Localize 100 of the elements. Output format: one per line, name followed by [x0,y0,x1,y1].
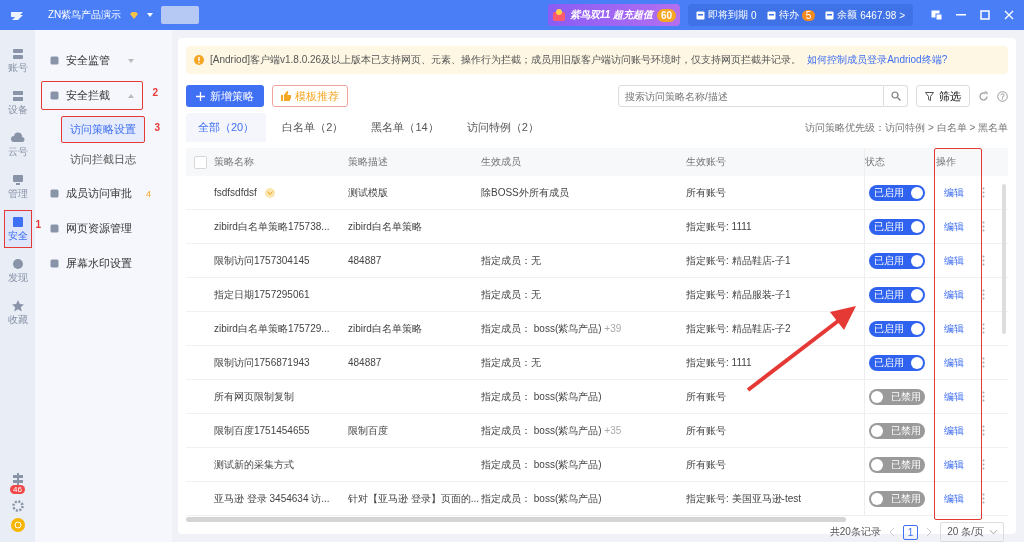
prev-page-icon[interactable] [888,528,895,536]
edit-link[interactable]: 编辑 [944,491,964,506]
refresh-icon[interactable] [978,90,989,102]
edit-link[interactable]: 编辑 [944,321,964,336]
rail-item[interactable]: 管理 [3,168,32,206]
table-cell-text: 指定成员： boss(紫鸟产品) [481,491,603,506]
avatar-icon[interactable] [10,518,25,532]
table-cell-text: 指定日期1757295061 [214,287,311,302]
edit-link[interactable]: 编辑 [944,253,964,268]
table-cell-text: 所有账号 [686,423,727,438]
table-cell-text: 指定成员： boss(紫鸟产品) [481,457,603,472]
edit-link[interactable]: 编辑 [944,185,964,200]
nav-icon [50,56,59,65]
status-toggle[interactable]: 已启用 [869,354,925,371]
edit-link[interactable]: 编辑 [944,287,964,302]
page-number[interactable]: 1 [902,524,919,540]
next-page-icon[interactable] [926,528,933,536]
nav-subitem[interactable]: 访问拦截日志 [61,146,145,173]
edit-link[interactable]: 编辑 [944,423,964,438]
more-icon[interactable] [982,323,985,334]
status-toggle[interactable]: 已禁用 [869,388,925,405]
table-cell-text: 指定账号: 精品鞋店-子2 [686,321,792,336]
caret-down-icon [128,58,134,63]
filter-tab[interactable]: 黑名单（14） [359,113,451,142]
calendar-icon [825,10,835,20]
more-icon[interactable] [982,425,985,436]
table-cell-text: zibird白名单策略 [348,321,423,336]
stat-label[interactable]: 待办 [778,8,799,22]
search-button[interactable] [884,85,908,107]
server-icon [10,89,25,103]
table-cell-text: 指定成员： boss(紫鸟产品) +35 [481,423,623,438]
filter-button[interactable]: 筛选 [916,85,970,107]
edit-link[interactable]: 编辑 [944,355,964,370]
add-policy-button[interactable]: 新增策略 [186,85,264,107]
user-card-icon[interactable] [931,10,942,20]
minimize-icon[interactable] [956,14,966,16]
status-toggle[interactable]: 已启用 [869,218,925,235]
table-cell-text: 测试模版 [348,185,389,200]
table-cell: 针对【亚马逊 登录】页面的... [348,491,481,506]
status-toggle[interactable]: 已启用 [869,286,925,303]
stat-label[interactable]: 余额 [837,8,858,22]
status-toggle[interactable]: 已禁用 [869,422,925,439]
more-icon[interactable] [982,221,985,232]
caret-icon[interactable] [147,13,154,17]
more-icon[interactable] [982,493,985,504]
table-cell-text: 指定成员：无 [481,287,542,302]
help-link[interactable]: 如何控制成员登录Andriod终端? [807,53,948,67]
maximize-icon[interactable] [980,10,990,20]
nav-item[interactable]: 网页资源管理 [41,214,143,243]
select-all-checkbox[interactable] [194,155,207,169]
rail-item[interactable]: 账号 [3,42,32,80]
rail-item[interactable]: 设备 [3,84,32,122]
search-icon [890,91,901,101]
status-toggle[interactable]: 已启用 [869,252,925,269]
table-cell-text: zibird白名单策略175738... [214,219,331,234]
more-count: +35 [604,424,622,436]
filter-tab[interactable]: 白名单（2） [270,113,356,142]
table-cell-text: 限制百度1751454655 [214,423,311,438]
filter-tab[interactable]: 全部（20） [186,113,267,142]
nav-icon [50,259,59,268]
status-toggle[interactable]: 已禁用 [869,490,925,507]
edit-link[interactable]: 编辑 [944,389,964,404]
edit-link[interactable]: 编辑 [944,457,964,472]
diamond-icon [129,10,140,20]
rail-item[interactable]: 云号 [3,126,32,164]
search-field[interactable]: 搜索访问策略名称/描述 [618,85,884,107]
more-icon[interactable] [982,255,985,266]
status-toggle[interactable]: 已启用 [869,184,925,201]
table-cell-text: 所有网页限制复制 [214,389,295,404]
caret-up-icon [128,93,134,98]
nav-item[interactable]: 安全监管 [41,46,143,75]
page-size-select[interactable]: 20 条/页 [940,522,1004,542]
status-toggle[interactable]: 已启用 [869,320,925,337]
more-icon[interactable] [982,459,985,470]
signpost-icon[interactable] [11,473,24,485]
more-icon[interactable] [982,391,985,402]
settings-icon[interactable] [11,500,24,512]
edit-link[interactable]: 编辑 [944,219,964,234]
filter-tab[interactable]: 访问特例（2） [454,113,551,142]
column-header: 生效成员 [481,155,522,169]
nav-item[interactable]: 屏幕水印设置 [41,249,143,278]
vertical-scrollbar[interactable] [1002,184,1006,334]
close-icon[interactable] [1004,10,1014,20]
more-icon[interactable] [982,289,985,300]
plus-icon [196,91,205,101]
table-cell-text: 指定账号: 1111 [686,355,753,370]
warning-icon [194,55,204,65]
rail-item[interactable]: 收藏 [3,294,32,332]
workspace-name[interactable]: ZN紫鸟产品演示 [48,8,122,22]
stat-label[interactable]: 即将到期 [708,8,749,22]
help-icon[interactable] [997,90,1008,102]
promo-banner[interactable]: 紫鸟双11 超充超值 60 [547,4,681,26]
annotation-number: 1 [35,219,42,230]
horizontal-scrollbar[interactable] [186,517,846,522]
more-icon[interactable] [982,187,985,198]
nav-icon [50,189,59,198]
more-icon[interactable] [982,357,985,368]
calendar-icon [766,10,776,20]
status-toggle[interactable]: 已禁用 [869,456,925,473]
rail-item[interactable]: 发现 [3,252,32,290]
